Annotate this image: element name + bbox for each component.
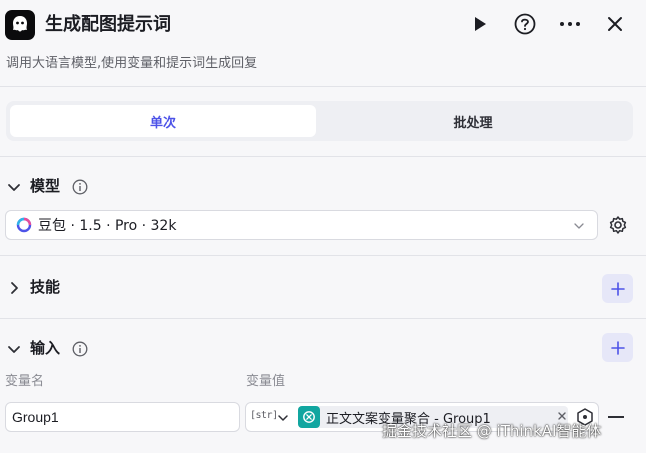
divider <box>0 156 646 157</box>
chevron-right-icon[interactable] <box>6 280 22 296</box>
plus-icon <box>610 340 625 355</box>
divider <box>0 255 646 256</box>
divider <box>0 86 646 87</box>
section-input-header[interactable]: 输入 <box>0 337 646 363</box>
tab-single[interactable]: 单次 <box>10 105 316 137</box>
tab-batch[interactable]: 批处理 <box>320 105 626 137</box>
column-header-name: 变量名 <box>5 374 45 389</box>
node-header: 生成配图提示词 调用大语言模型,使用变量和提示词生成回复 <box>0 0 646 86</box>
section-input-label: 输入 <box>30 339 61 357</box>
type-tag: [str] <box>250 410 278 421</box>
model-select[interactable]: 豆包 · 1.5 · Pro · 32k <box>5 210 598 240</box>
remove-row-button[interactable] <box>608 416 624 418</box>
add-skill-button[interactable] <box>602 274 633 303</box>
more-icon[interactable] <box>559 13 581 35</box>
node-title: 生成配图提示词 <box>45 14 171 35</box>
section-skills-label: 技能 <box>30 278 61 296</box>
node-description: 调用大语言模型,使用变量和提示词生成回复 <box>6 56 258 71</box>
chevron-down-icon[interactable] <box>6 179 22 195</box>
variable-name-input[interactable] <box>5 402 240 432</box>
model-select-value: 豆包 · 1.5 · Pro · 32k <box>38 218 177 234</box>
add-input-button[interactable] <box>602 333 633 362</box>
chevron-down-icon[interactable] <box>6 341 22 357</box>
section-model-label: 模型 <box>30 177 61 195</box>
node-logo-icon <box>5 10 35 40</box>
chevron-down-icon <box>574 223 584 229</box>
section-model-header[interactable]: 模型 <box>0 175 646 201</box>
info-icon[interactable] <box>72 179 88 195</box>
info-icon[interactable] <box>72 341 88 357</box>
run-mode-tabs: 单次 批处理 <box>6 101 633 141</box>
chevron-down-icon[interactable] <box>277 412 289 424</box>
help-icon[interactable] <box>514 13 536 35</box>
plus-icon <box>610 281 625 296</box>
gear-icon[interactable] <box>608 215 628 235</box>
section-skills-header[interactable]: 技能 <box>0 276 646 302</box>
divider <box>0 318 646 319</box>
watermark: 掘金技术社区 @ iThinkAI智能体 <box>382 422 602 440</box>
close-icon[interactable] <box>604 13 626 35</box>
play-icon[interactable] <box>469 13 491 35</box>
variable-aggregate-icon <box>298 406 320 428</box>
doubao-model-icon <box>16 217 32 233</box>
column-header-value: 变量值 <box>246 374 286 389</box>
